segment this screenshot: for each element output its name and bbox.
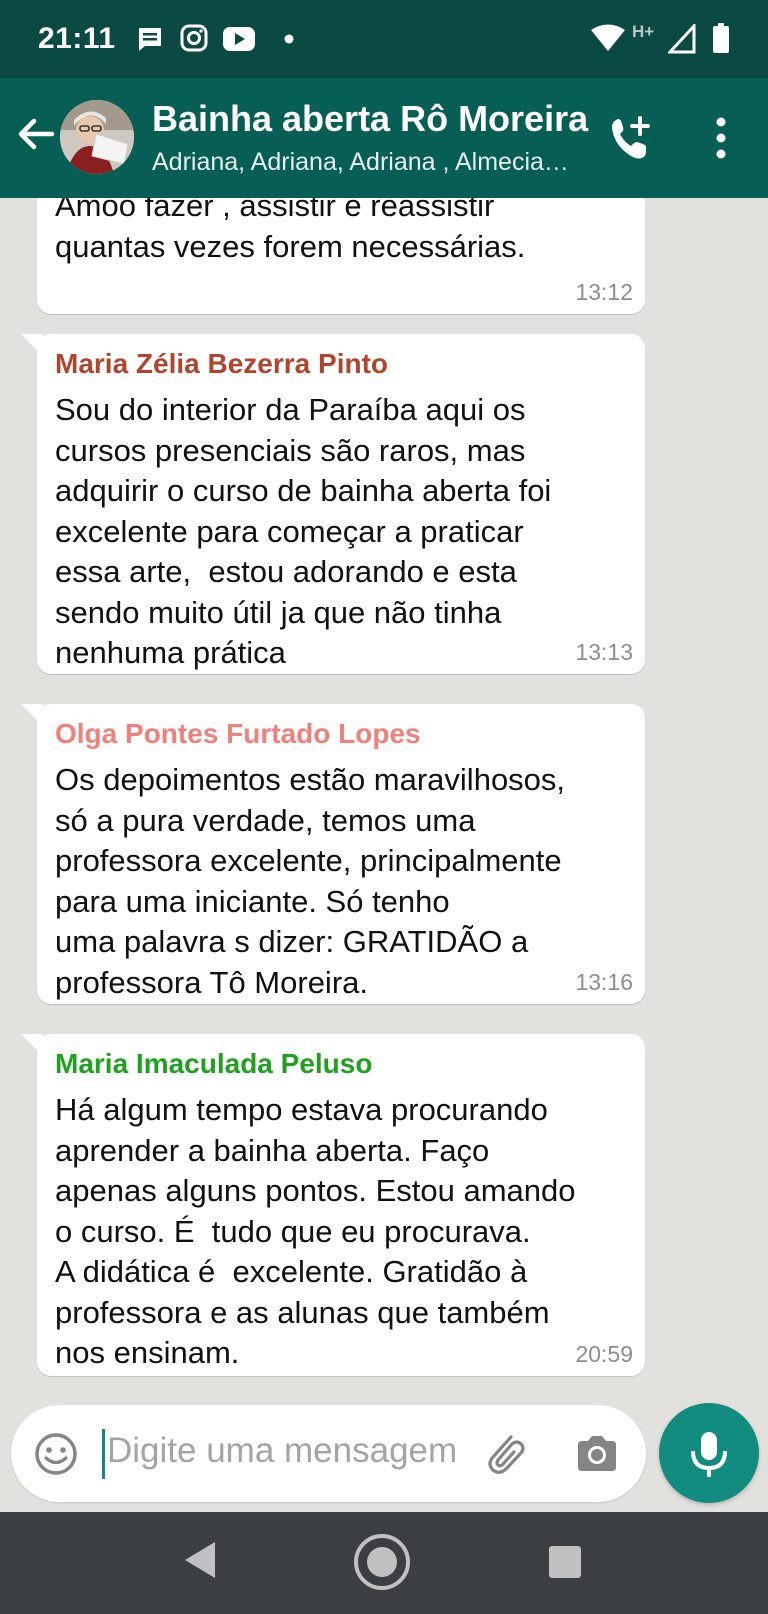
message-bubble[interactable]: Maria Zélia Bezerra Pinto Sou do interio…: [21, 334, 645, 674]
system-nav-bar: [0, 1512, 768, 1614]
chat-title[interactable]: Bainha aberta Rô Moreira: [152, 98, 592, 140]
more-vert-icon[interactable]: [708, 114, 734, 164]
chat-header: Bainha aberta Rô Moreira Adriana, Adrian…: [0, 78, 768, 198]
message-notification-icon: [139, 28, 161, 51]
back-arrow-icon[interactable]: [14, 112, 58, 156]
youtube-icon: [223, 27, 255, 51]
group-avatar[interactable]: [60, 100, 134, 174]
message-bubble[interactable]: Amoo fazer , assistir e reassistir quant…: [37, 198, 645, 314]
instagram-icon: [180, 24, 208, 52]
message-time: 20:59: [575, 1341, 633, 1367]
status-time: 21:11: [38, 22, 116, 55]
chat-participants[interactable]: Adriana, Adriana, Adriana , Almeciana, A…: [152, 148, 582, 177]
message-list[interactable]: Amoo fazer , assistir e reassistir quant…: [0, 198, 768, 1402]
add-call-icon[interactable]: [606, 114, 656, 164]
message-composer[interactable]: Digite uma mensagem: [11, 1405, 646, 1502]
text-cursor: [102, 1429, 105, 1479]
network-type-label: H+: [632, 22, 655, 41]
sender-name[interactable]: Maria Imaculada Peluso: [55, 1048, 627, 1080]
microphone-icon: [691, 1432, 727, 1477]
battery-icon: [713, 23, 729, 53]
attach-icon[interactable]: [481, 1429, 529, 1477]
message-time: 13:16: [575, 969, 633, 995]
signal-icon: [668, 24, 696, 54]
camera-icon[interactable]: [574, 1431, 620, 1477]
sender-name[interactable]: Maria Zélia Bezerra Pinto: [55, 348, 627, 380]
message-bubble[interactable]: Olga Pontes Furtado Lopes Os depoimentos…: [21, 704, 645, 1004]
message-text: Amoo fazer , assistir e reassistir quant…: [55, 198, 526, 264]
message-time: 13:13: [575, 639, 633, 665]
nav-back-icon[interactable]: [183, 1540, 217, 1580]
nav-home-icon[interactable]: [352, 1532, 412, 1592]
dot-icon: [284, 34, 294, 44]
message-bubble[interactable]: Maria Imaculada Peluso Há algum tempo es…: [21, 1034, 645, 1376]
message-text: Os depoimentos estão maravilhosos, só a …: [55, 762, 566, 1000]
emoji-icon[interactable]: [33, 1431, 79, 1477]
message-time: 13:12: [575, 279, 633, 305]
status-bar: 21:11 H+: [0, 0, 768, 78]
microphone-button[interactable]: [659, 1403, 759, 1503]
message-input[interactable]: Digite uma mensagem: [107, 1431, 457, 1471]
message-text: Sou do interior da Paraíba aqui os curso…: [55, 392, 552, 670]
sender-name[interactable]: Olga Pontes Furtado Lopes: [55, 718, 627, 750]
nav-recents-icon[interactable]: [549, 1546, 581, 1578]
wifi-icon: [591, 24, 625, 51]
message-text: Há algum tempo estava procurando aprende…: [55, 1092, 576, 1370]
